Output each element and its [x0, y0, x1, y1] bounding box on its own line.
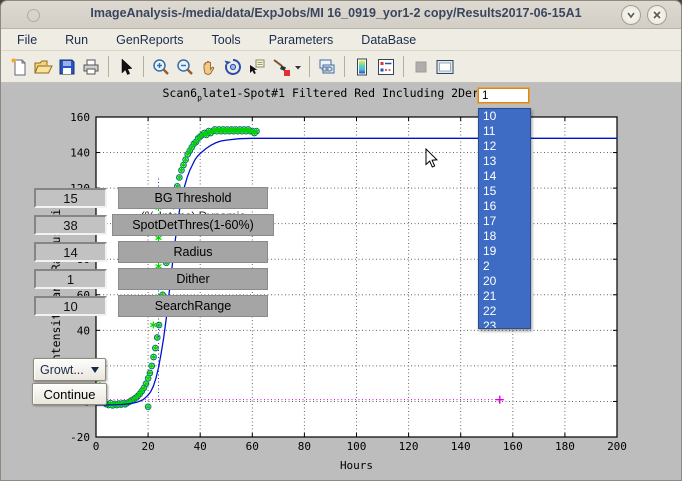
- svg-text:60: 60: [246, 440, 259, 453]
- spot-list-item[interactable]: 11: [479, 124, 530, 139]
- svg-text:140: 140: [70, 147, 90, 160]
- spot-list-item[interactable]: 20: [479, 274, 530, 289]
- figure-canvas: 020406080100120140160180200-200204060801…: [1, 83, 682, 481]
- colorbar-icon[interactable]: [350, 55, 374, 79]
- svg-text:80: 80: [298, 440, 311, 453]
- spot-number-input[interactable]: [478, 88, 529, 103]
- svg-text:0: 0: [93, 440, 100, 453]
- pan-hand-icon[interactable]: [197, 55, 221, 79]
- open-file-icon[interactable]: [31, 55, 55, 79]
- menu-bar: File Run GenReports Tools Parameters DataBase: [1, 29, 681, 51]
- link-plots-icon[interactable]: [315, 55, 339, 79]
- spot-list-item[interactable]: 18: [479, 229, 530, 244]
- brush-dropdown-caret[interactable]: [293, 55, 304, 79]
- spot-list-item[interactable]: 21: [479, 289, 530, 304]
- legend-icon[interactable]: [374, 55, 398, 79]
- spot-list-item[interactable]: 12: [479, 139, 530, 154]
- toolbar-separator: [344, 56, 345, 77]
- svg-text:160: 160: [503, 440, 523, 453]
- menu-item-file[interactable]: File: [14, 32, 40, 48]
- shade-window-button[interactable]: [621, 5, 641, 25]
- svg-text:120: 120: [399, 440, 419, 453]
- svg-text:-20: -20: [70, 431, 90, 444]
- close-icon: [651, 9, 663, 21]
- chevron-down-icon: [625, 9, 637, 21]
- param-input-bg-threshold[interactable]: [34, 188, 107, 208]
- window-menu-icon[interactable]: [27, 9, 40, 22]
- toolbar-separator: [143, 56, 144, 77]
- spot-list-item[interactable]: 10: [479, 109, 530, 124]
- brush-icon[interactable]: [269, 55, 293, 79]
- hide-plot-tools-icon[interactable]: [409, 55, 433, 79]
- param-button-spotdetthres-1-60-[interactable]: SpotDetThres(1-60%): [112, 214, 274, 236]
- toolbar-separator: [309, 56, 310, 77]
- spot-number-list: 10111213141516171819220212223: [478, 108, 531, 329]
- menu-item-tools[interactable]: Tools: [209, 32, 244, 48]
- app-window: ImageAnalysis-/media/data/ExpJobs/MI 16_…: [0, 0, 682, 481]
- title-bar[interactable]: ImageAnalysis-/media/data/ExpJobs/MI 16_…: [1, 1, 681, 29]
- svg-text:20: 20: [141, 440, 154, 453]
- svg-text:180: 180: [555, 440, 575, 453]
- print-icon[interactable]: [79, 55, 103, 79]
- param-input-dither[interactable]: [34, 269, 107, 289]
- new-file-icon[interactable]: [7, 55, 31, 79]
- mouse-cursor-icon: [425, 148, 439, 169]
- menu-item-run[interactable]: Run: [62, 32, 91, 48]
- svg-text:160: 160: [70, 111, 90, 124]
- close-window-button[interactable]: [647, 5, 667, 25]
- zoom-out-icon[interactable]: [173, 55, 197, 79]
- param-button-bg-threshold[interactable]: BG Threshold: [118, 187, 268, 209]
- growth-mode-label: Growt...: [40, 363, 84, 377]
- pointer-icon[interactable]: [114, 55, 138, 79]
- svg-text:200: 200: [607, 440, 627, 453]
- save-icon[interactable]: [55, 55, 79, 79]
- spot-list-item[interactable]: 14: [479, 169, 530, 184]
- toolbar-separator: [108, 56, 109, 77]
- toolbar: [1, 51, 681, 83]
- menu-item-parameters[interactable]: Parameters: [266, 32, 337, 48]
- spot-list-item[interactable]: 19: [479, 244, 530, 259]
- svg-text:Hours: Hours: [340, 459, 373, 472]
- svg-text:40: 40: [194, 440, 207, 453]
- svg-text:100: 100: [347, 440, 367, 453]
- param-button-searchrange[interactable]: SearchRange: [118, 295, 268, 317]
- spot-list-item[interactable]: 17: [479, 214, 530, 229]
- rotate-3d-icon[interactable]: [221, 55, 245, 79]
- param-button-radius[interactable]: Radius: [118, 241, 268, 263]
- svg-text:40: 40: [77, 324, 90, 337]
- menu-item-genreports[interactable]: GenReports: [113, 32, 186, 48]
- spot-list-item[interactable]: 13: [479, 154, 530, 169]
- spot-list-item[interactable]: 16: [479, 199, 530, 214]
- window-title: ImageAnalysis-/media/data/ExpJobs/MI 16_…: [61, 6, 611, 20]
- spot-list-item[interactable]: 22: [479, 304, 530, 319]
- growth-mode-dropdown[interactable]: Growt...: [33, 358, 106, 381]
- menu-item-database[interactable]: DataBase: [358, 32, 419, 48]
- param-input-spotdetthres-1-60-[interactable]: [34, 215, 107, 235]
- spot-list-item[interactable]: 15: [479, 184, 530, 199]
- zoom-in-icon[interactable]: [149, 55, 173, 79]
- svg-text:140: 140: [451, 440, 471, 453]
- param-button-dither[interactable]: Dither: [118, 268, 268, 290]
- show-plot-tools-icon[interactable]: [433, 55, 457, 79]
- spot-list-item[interactable]: 23: [479, 319, 530, 329]
- continue-button[interactable]: Continue: [32, 383, 107, 405]
- data-cursor-icon[interactable]: [245, 55, 269, 79]
- spot-list-item[interactable]: 2: [479, 259, 530, 274]
- toolbar-separator: [403, 56, 404, 77]
- param-input-searchrange[interactable]: [34, 296, 107, 316]
- chevron-down-icon: [91, 367, 99, 377]
- param-input-radius[interactable]: [34, 242, 107, 262]
